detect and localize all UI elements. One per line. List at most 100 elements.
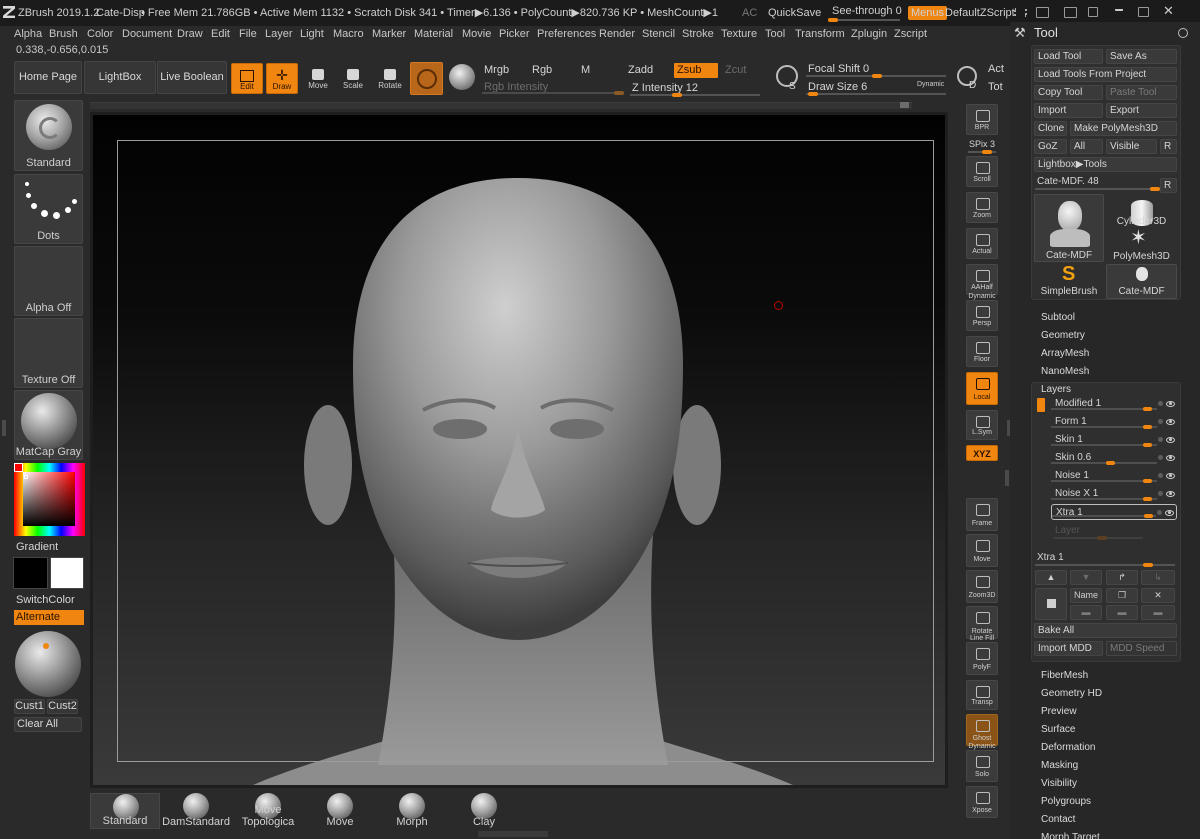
restore-icon[interactable] xyxy=(1088,7,1098,17)
draw-size-slider[interactable] xyxy=(806,92,946,96)
shelf-actual-button[interactable]: Actual xyxy=(966,228,998,259)
menu-item-preferences[interactable]: Preferences xyxy=(537,27,596,41)
new-layer-button[interactable] xyxy=(1035,588,1067,620)
default-zscript-button[interactable]: DefaultZScript xyxy=(945,6,1015,20)
tool-section-subtool[interactable]: Subtool xyxy=(1041,312,1075,323)
layer-strength-bar[interactable] xyxy=(1051,461,1157,465)
spix-slider[interactable] xyxy=(968,150,996,154)
minimize-icon[interactable] xyxy=(1115,8,1123,11)
z-intensity-knob[interactable] xyxy=(672,93,682,97)
move-layer-down-button[interactable]: ▼ xyxy=(1070,570,1102,585)
see-through-knob[interactable] xyxy=(828,18,838,22)
layer-option-3-button[interactable]: ▬ xyxy=(1141,605,1175,620)
menu-item-zplugin[interactable]: Zplugin xyxy=(851,27,887,41)
import-mdd-button[interactable]: Import MDD xyxy=(1034,641,1103,656)
delete-layer-button[interactable]: ✕ xyxy=(1141,588,1175,603)
lightbox-tools-button[interactable]: Lightbox▶Tools xyxy=(1034,157,1177,172)
menu-item-alpha[interactable]: Alpha xyxy=(14,27,42,41)
goz-r-button[interactable]: R xyxy=(1160,139,1177,154)
menu-item-transform[interactable]: Transform xyxy=(795,27,845,41)
quicksave-button[interactable]: QuickSave xyxy=(768,6,821,20)
bottom-tray-toggle[interactable] xyxy=(478,831,548,837)
layer-record-icon[interactable] xyxy=(1158,419,1163,424)
layer-row[interactable]: Xtra 1 xyxy=(1051,504,1177,520)
shelf-scroll-button[interactable]: Scroll xyxy=(966,156,998,187)
m-button[interactable]: M xyxy=(581,63,590,77)
menu-item-macro[interactable]: Macro xyxy=(333,27,364,41)
layer-row[interactable]: Noise X 1 xyxy=(1051,486,1177,502)
layer-strength-knob[interactable] xyxy=(1144,514,1153,518)
shelf-frame-button[interactable]: Frame xyxy=(966,498,998,531)
layer-strength-bar[interactable] xyxy=(1051,425,1157,429)
import-button[interactable]: Import xyxy=(1034,103,1103,118)
menu-item-movie[interactable]: Movie xyxy=(462,27,491,41)
layer-record-icon[interactable] xyxy=(1157,510,1162,515)
shelf-floor-button[interactable]: Floor xyxy=(966,336,998,367)
save-as-button[interactable]: Save As xyxy=(1106,49,1177,64)
layer-record-icon[interactable] xyxy=(1158,491,1163,496)
menu-item-zscript[interactable]: Zscript xyxy=(894,27,927,41)
focal-shift-knob[interactable] xyxy=(872,74,882,78)
shelf-bpr-button[interactable]: BPR xyxy=(966,104,998,135)
tool-thumb-cate-mdf-2[interactable]: Cate-MDF xyxy=(1106,264,1177,299)
material-preview-sphere[interactable] xyxy=(15,631,81,697)
rgb-button[interactable]: Rgb xyxy=(532,63,552,77)
layer-row[interactable]: Noise 1 xyxy=(1051,468,1177,484)
live-boolean-button[interactable]: Live Boolean xyxy=(157,61,227,94)
tool-slider[interactable] xyxy=(1035,187,1160,191)
z-intensity-slider[interactable] xyxy=(630,93,760,97)
mdd-speed-slider[interactable]: MDD Speed xyxy=(1106,641,1177,656)
layer-record-icon[interactable] xyxy=(1158,473,1163,478)
menu-item-texture[interactable]: Texture xyxy=(721,27,757,41)
brush-shelf-morph[interactable]: Morph xyxy=(377,793,447,829)
merge-layer-button[interactable]: ↳ xyxy=(1141,570,1175,585)
rgb-intensity-slider[interactable] xyxy=(482,91,624,95)
main-color-swatch[interactable] xyxy=(13,557,48,589)
color-field[interactable] xyxy=(23,472,75,526)
cust2-button[interactable]: Cust2 xyxy=(47,699,78,714)
layer-visibility-eye-icon[interactable] xyxy=(1166,419,1175,425)
shelf-polyf-button[interactable]: Line Fill PolyF xyxy=(966,635,998,675)
clone-button[interactable]: Clone xyxy=(1034,121,1067,136)
rotate-mode-button[interactable]: Rotate xyxy=(373,63,407,94)
make-polymesh3d-button[interactable]: Make PolyMesh3D xyxy=(1070,121,1177,136)
menu-item-file[interactable]: File xyxy=(239,27,257,41)
shelf-persp-button[interactable]: Dynamic Persp xyxy=(966,293,998,331)
layers-section-title[interactable]: Layers xyxy=(1041,384,1071,395)
goz-all-button[interactable]: All xyxy=(1070,139,1103,154)
ac-label[interactable]: AC xyxy=(742,6,757,20)
tool-section-masking[interactable]: Masking xyxy=(1041,760,1078,771)
tool-section-visibility[interactable]: Visibility xyxy=(1041,778,1077,789)
shelf-zoom-button[interactable]: Zoom xyxy=(966,192,998,223)
tool-thumb-simplebrush[interactable]: S SimpleBrush xyxy=(1034,264,1104,299)
left-tray-toggle[interactable] xyxy=(2,420,8,436)
cust1-button[interactable]: Cust1 xyxy=(14,699,45,714)
palette-dock-icon[interactable] xyxy=(1014,8,1027,17)
tool-section-nanomesh[interactable]: NanoMesh xyxy=(1041,366,1089,377)
alternate-button[interactable]: Alternate xyxy=(14,610,84,625)
export-button[interactable]: Export xyxy=(1106,103,1177,118)
layer-visibility-eye-icon[interactable] xyxy=(1166,455,1175,461)
menu-item-tool[interactable]: Tool xyxy=(765,27,785,41)
stroke-selector[interactable]: Dots xyxy=(14,174,83,244)
see-through-slider-label[interactable]: See-through 0 xyxy=(832,4,902,18)
color-hue-marker[interactable] xyxy=(14,463,23,472)
tool-section-fibermesh[interactable]: FiberMesh xyxy=(1041,670,1088,681)
shelf-xyz-button[interactable]: XYZ xyxy=(966,445,998,461)
layer-strength-knob[interactable] xyxy=(1143,443,1152,447)
tool-section-geometry[interactable]: Geometry xyxy=(1041,330,1085,341)
layer-strength-knob[interactable] xyxy=(1106,461,1116,465)
shelf-local-button[interactable]: Local xyxy=(966,372,998,405)
tool-thumb-polymesh3d[interactable]: ✶ PolyMesh3D xyxy=(1106,228,1177,262)
menus-toggle[interactable]: Menus xyxy=(908,6,948,20)
mrgb-button[interactable]: Mrgb xyxy=(484,63,509,77)
shelf-divider-handle[interactable] xyxy=(900,102,909,108)
secondary-color-swatch[interactable] xyxy=(50,557,84,589)
maximize-icon[interactable] xyxy=(1138,7,1149,17)
move-mode-button[interactable]: Move xyxy=(302,63,334,94)
layout-icon[interactable] xyxy=(1064,7,1077,18)
goz-visible-button[interactable]: Visible xyxy=(1106,139,1157,154)
see-through-slider[interactable] xyxy=(828,18,900,22)
scale-mode-button[interactable]: Scale xyxy=(337,63,369,94)
brush-selector[interactable]: Standard xyxy=(14,100,83,171)
